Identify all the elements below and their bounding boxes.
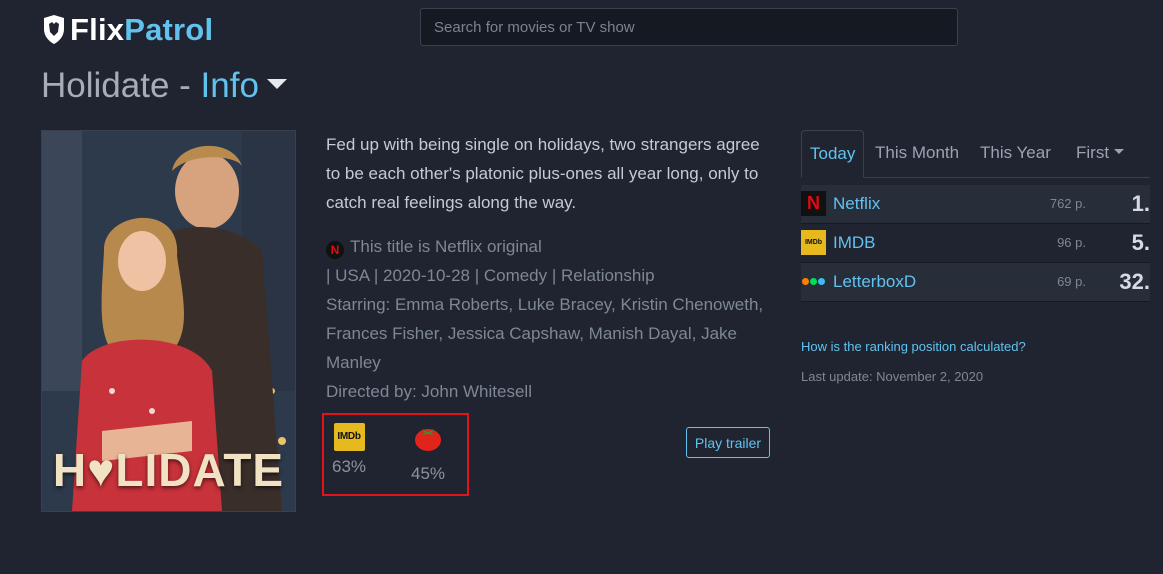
imdb-rating-value: 63% xyxy=(332,457,367,476)
shield-logo-icon xyxy=(44,15,64,44)
movie-poster: H♥LIDATE xyxy=(41,130,296,512)
imdb-icon: IMDb xyxy=(801,230,826,255)
netflix-icon: N xyxy=(326,241,344,259)
letterboxd-dot-orange xyxy=(802,278,809,285)
ranking-tabs: Today This Month This Year First xyxy=(801,130,1150,178)
netflix-original-row: N This title is Netflix original xyxy=(326,232,771,261)
movie-director: Directed by: John Whitesell xyxy=(326,382,532,401)
netflix-icon: N xyxy=(801,191,826,216)
search-input[interactable] xyxy=(420,8,958,46)
tomato-rating: 45% xyxy=(411,423,445,484)
letterboxd-dot-green xyxy=(810,278,817,285)
logo-text: FlixPatrol xyxy=(70,12,213,48)
ranking-calculation-link[interactable]: How is the ranking position calculated? xyxy=(801,339,1026,354)
tomato-rating-value: 45% xyxy=(411,464,446,483)
service-points: 96 p. xyxy=(1057,235,1086,250)
ranking-row-netflix[interactable]: N Netflix 762 p. 1. xyxy=(801,185,1150,224)
poster-title: H♥LIDATE xyxy=(52,444,285,496)
logo[interactable]: FlixPatrol xyxy=(42,12,213,48)
netflix-original-text: This title is Netflix original xyxy=(350,237,542,256)
letterboxd-icon xyxy=(801,269,826,294)
service-position: 32. xyxy=(1119,269,1150,294)
title-separator: - xyxy=(179,66,191,105)
movie-starring: Starring: Emma Roberts, Luke Bracey, Kri… xyxy=(326,295,764,372)
tab-first-label: First xyxy=(1076,143,1110,162)
letterboxd-dot-blue xyxy=(818,278,825,285)
service-points: 69 p. xyxy=(1057,274,1086,289)
caret-down-icon xyxy=(266,78,287,89)
service-points: 762 p. xyxy=(1049,196,1086,211)
ranking-row-imdb[interactable]: IMDb IMDB 96 p. 5. xyxy=(801,224,1150,263)
tab-today[interactable]: Today xyxy=(801,130,865,178)
tomato-icon xyxy=(415,429,442,451)
movie-description: Fed up with being single on holidays, tw… xyxy=(326,135,760,212)
movie-meta: N This title is Netflix original | USA | … xyxy=(326,232,771,406)
imdb-rating: IMDb 63% xyxy=(332,423,366,477)
service-position: 5. xyxy=(1131,230,1150,255)
service-name[interactable]: LetterboxD xyxy=(833,263,916,301)
ranking-row-letterboxd[interactable]: LetterboxD 69 p. 32. xyxy=(801,263,1150,302)
tab-this-month[interactable]: This Month xyxy=(875,130,959,176)
info-dropdown[interactable]: Info xyxy=(201,66,287,105)
ratings-box: IMDb 63% 45% xyxy=(322,413,469,496)
chevron-down-icon xyxy=(1114,149,1125,155)
ranking-table: N Netflix 762 p. 1. IMDb IMDB 96 p. 5. L… xyxy=(801,185,1150,302)
service-name[interactable]: IMDB xyxy=(833,224,876,262)
logo-text-patrol: Patrol xyxy=(124,12,214,47)
imdb-icon: IMDb xyxy=(333,423,365,451)
tab-first[interactable]: First xyxy=(1076,130,1125,176)
tab-this-year[interactable]: This Year xyxy=(980,130,1051,176)
service-name[interactable]: Netflix xyxy=(833,185,880,223)
play-trailer-button[interactable]: Play trailer xyxy=(686,427,770,458)
movie-details: | USA | 2020-10-28 | Comedy | Relationsh… xyxy=(326,266,655,285)
title-name: Holidate xyxy=(41,66,170,105)
logo-text-flix: Flix xyxy=(70,12,125,47)
info-label: Info xyxy=(200,66,259,105)
page-title: Holidate - Info xyxy=(41,66,287,106)
last-update-text: Last update: November 2, 2020 xyxy=(801,369,984,384)
service-position: 1. xyxy=(1131,191,1150,216)
